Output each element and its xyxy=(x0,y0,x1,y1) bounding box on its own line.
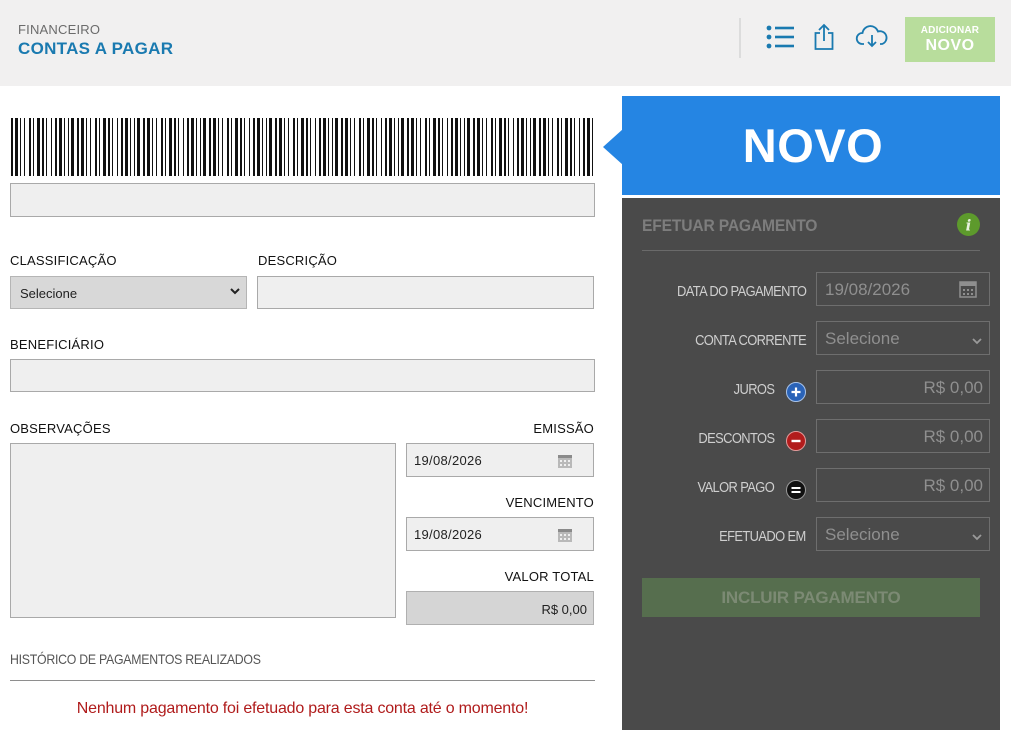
toolbar-divider xyxy=(739,18,741,58)
status-banner: NOVO xyxy=(622,96,1000,195)
vencimento-date-input[interactable]: 19/08/2026 xyxy=(406,517,594,551)
barcode-image xyxy=(11,118,593,176)
beneficiario-label: BENEFICIÁRIO xyxy=(10,337,105,352)
chevron-down-icon xyxy=(229,285,241,300)
data-pagamento-value: 19/08/2026 xyxy=(825,280,911,299)
history-divider xyxy=(10,680,595,681)
calendar-icon[interactable] xyxy=(557,453,573,472)
history-title: HISTÓRICO DE PAGAMENTOS REALIZADOS xyxy=(10,651,261,667)
incluir-pagamento-button[interactable]: INCLUIR PAGAMENTO xyxy=(642,578,980,617)
conta-corrente-select[interactable]: Selecione xyxy=(816,321,990,355)
minus-icon[interactable] xyxy=(786,431,806,451)
efetuado-em-label: EFETUADO EM xyxy=(719,528,806,545)
calendar-icon[interactable] xyxy=(959,280,977,303)
payment-panel: EFETUAR PAGAMENTO i DATA DO PAGAMENTO 19… xyxy=(622,198,1000,730)
svg-text:i: i xyxy=(966,217,972,235)
page-title: CONTAS A PAGAR xyxy=(18,39,174,58)
descontos-input[interactable]: R$ 0,00 xyxy=(816,419,990,453)
valor-total-label: VALOR TOTAL xyxy=(504,569,594,584)
data-pagamento-label: DATA DO PAGAMENTO xyxy=(676,283,807,300)
plus-icon[interactable] xyxy=(786,382,806,402)
emissao-label: EMISSÃO xyxy=(533,421,594,436)
vencimento-label: VENCIMENTO xyxy=(505,495,594,510)
classificacao-select-value: Selecione xyxy=(20,286,78,301)
barcode-input[interactable] xyxy=(10,183,595,217)
conta-corrente-label: CONTA CORRENTE xyxy=(694,332,807,349)
classificacao-select[interactable]: Selecione xyxy=(10,276,247,309)
efetuado-em-select[interactable]: Selecione xyxy=(816,517,990,551)
observacoes-label: OBSERVAÇÕES xyxy=(10,421,111,436)
top-bar: FINANCEIRO CONTAS A PAGAR ADICIONAR NOVO xyxy=(0,0,1011,86)
info-icon[interactable]: i xyxy=(956,212,981,242)
payment-panel-divider xyxy=(642,250,980,251)
add-new-button-label-big: NOVO xyxy=(925,37,975,54)
juros-input[interactable]: R$ 0,00 xyxy=(816,370,990,404)
valor-pago-input[interactable]: R$ 0,00 xyxy=(816,468,990,502)
juros-label: JUROS xyxy=(733,381,774,398)
descricao-input[interactable] xyxy=(257,276,594,309)
payment-panel-title: EFETUAR PAGAMENTO xyxy=(642,216,818,235)
valor-pago-label: VALOR PAGO xyxy=(697,479,774,496)
valor-total-field: R$ 0,00 xyxy=(406,591,594,625)
vencimento-date-value: 19/08/2026 xyxy=(414,527,483,542)
emissao-date-input[interactable]: 19/08/2026 xyxy=(406,443,594,477)
list-icon[interactable] xyxy=(764,20,796,54)
conta-corrente-value: Selecione xyxy=(825,329,900,348)
calendar-icon[interactable] xyxy=(557,527,573,546)
classificacao-label: CLASSIFICAÇÃO xyxy=(10,253,117,268)
add-new-button-label-small: ADICIONAR xyxy=(920,25,980,36)
chevron-down-icon xyxy=(971,528,983,548)
efetuado-em-value: Selecione xyxy=(825,525,900,544)
observacoes-textarea[interactable] xyxy=(10,443,396,618)
breadcrumb: FINANCEIRO xyxy=(18,22,101,37)
descontos-label: DESCONTOS xyxy=(697,430,775,447)
data-pagamento-input[interactable]: 19/08/2026 xyxy=(816,272,990,306)
cloud-download-icon[interactable] xyxy=(854,20,890,54)
beneficiario-input[interactable] xyxy=(10,359,595,392)
emissao-date-value: 19/08/2026 xyxy=(414,453,483,468)
equals-icon[interactable] xyxy=(786,480,806,500)
chevron-down-icon xyxy=(971,332,983,352)
history-empty-message: Nenhum pagamento foi efetuado para esta … xyxy=(76,700,529,717)
share-icon[interactable] xyxy=(808,20,840,54)
status-banner-arrow xyxy=(603,129,623,165)
descricao-label: DESCRIÇÃO xyxy=(258,253,338,268)
add-new-button[interactable]: ADICIONAR NOVO xyxy=(905,17,995,62)
